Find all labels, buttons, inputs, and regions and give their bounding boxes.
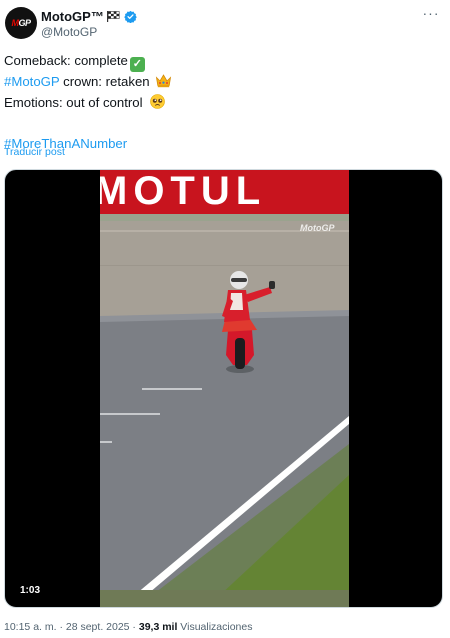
author-block: MotoGP™ @MotoGP [41, 8, 137, 39]
tweet-line-2-text: crown: retaken [59, 74, 150, 89]
meta-separator-2: · [129, 621, 139, 633]
tweet-line-3-text: Emotions: out of control [4, 94, 143, 110]
check-mark-emoji-icon: ✓ [129, 57, 145, 72]
pleading-face-emoji-icon [150, 93, 166, 109]
post-time[interactable]: 10:15 a. m. [4, 621, 57, 633]
display-name[interactable]: MotoGP™ [41, 9, 104, 24]
tweet-line-4: #MoreThanANumber [4, 134, 434, 155]
translate-post-link[interactable]: Traducir post [4, 146, 65, 158]
avatar[interactable]: MGP [5, 7, 37, 39]
tweet-line-2: #MotoGP crown: retaken [4, 72, 434, 93]
tweet-header: MGP MotoGP™ @MotoGP ··· [5, 6, 445, 41]
video-frame[interactable]: MOTUL MotoGP [100, 170, 349, 607]
verified-badge-icon [124, 10, 137, 23]
banner-text: MOTUL [100, 170, 266, 213]
tweet-line-1-text: Comeback: complete [4, 53, 128, 68]
crown-emoji-icon [156, 74, 172, 88]
author-handle[interactable]: @MotoGP [41, 25, 137, 39]
tweet-spacer [4, 113, 434, 134]
video-still: MOTUL MotoGP [100, 170, 349, 607]
post-date[interactable]: 28 sept. 2025 [66, 621, 130, 633]
views-label: Visualizaciones [177, 621, 253, 633]
tweet-line-3: Emotions: out of control [4, 93, 434, 114]
tweet-line-1: Comeback: complete ✓ [4, 51, 434, 72]
tweet-text: Comeback: complete ✓ #MotoGP crown: retak… [4, 51, 434, 154]
meta-separator: · [56, 621, 66, 633]
video-duration: 1:03 [20, 585, 41, 596]
views-count: 39,3 mil [138, 621, 178, 633]
hashtag-motogp-link[interactable]: #MotoGP [4, 74, 59, 89]
video-player[interactable]: MOTUL MotoGP 1:03 [4, 169, 443, 608]
tweet-meta: 10:15 a. m. · 28 sept. 2025 · 39,3 mil V… [4, 621, 253, 633]
motogp-logo: MGP [11, 17, 31, 28]
broadcast-watermark: MotoGP [300, 223, 335, 233]
more-options-icon[interactable]: ··· [421, 6, 441, 23]
chequered-flag-icon [106, 10, 120, 22]
